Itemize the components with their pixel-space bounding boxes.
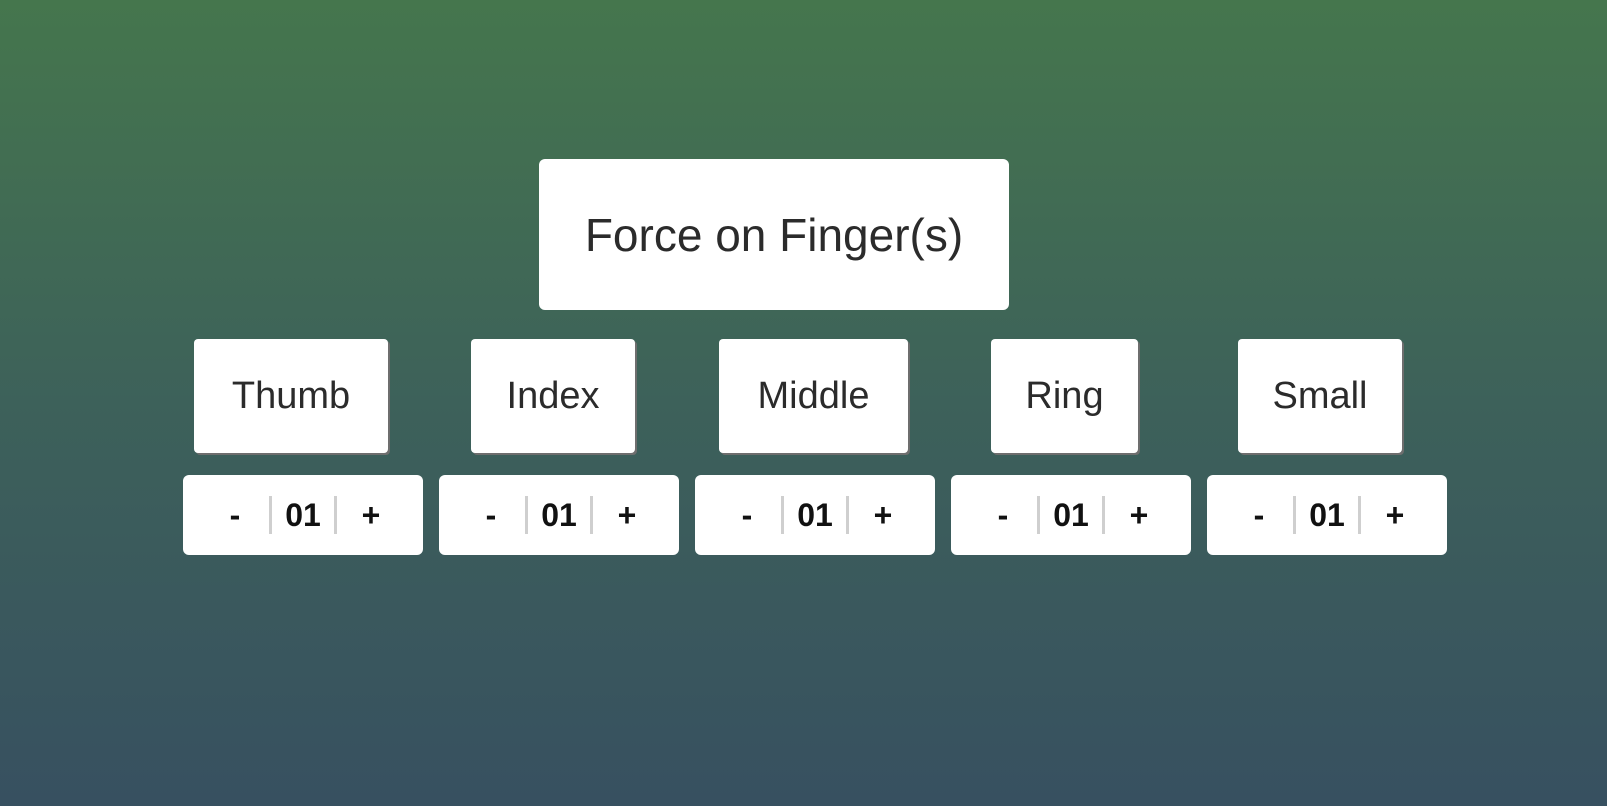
index-force-stepper: - 01 +: [439, 475, 679, 555]
middle-force-value: 01: [781, 496, 849, 534]
middle-decrement-button[interactable]: -: [713, 475, 781, 555]
thumb-force-stepper: - 01 +: [183, 475, 423, 555]
middle-increment-button[interactable]: +: [849, 475, 917, 555]
page-title: Force on Finger(s): [539, 159, 1009, 310]
ring-force-stepper: - 01 +: [951, 475, 1191, 555]
index-force-value: 01: [525, 496, 593, 534]
index-increment-button[interactable]: +: [593, 475, 661, 555]
finger-button-index[interactable]: Index: [471, 339, 635, 453]
thumb-force-value: 01: [269, 496, 337, 534]
middle-force-stepper: - 01 +: [695, 475, 935, 555]
ring-increment-button[interactable]: +: [1105, 475, 1173, 555]
finger-button-ring[interactable]: Ring: [991, 339, 1138, 453]
ring-decrement-button[interactable]: -: [969, 475, 1037, 555]
finger-button-thumb[interactable]: Thumb: [194, 339, 388, 453]
small-increment-button[interactable]: +: [1361, 475, 1429, 555]
thumb-decrement-button[interactable]: -: [201, 475, 269, 555]
small-decrement-button[interactable]: -: [1225, 475, 1293, 555]
index-decrement-button[interactable]: -: [457, 475, 525, 555]
finger-button-small[interactable]: Small: [1238, 339, 1402, 453]
small-force-stepper: - 01 +: [1207, 475, 1447, 555]
small-force-value: 01: [1293, 496, 1361, 534]
finger-button-middle[interactable]: Middle: [719, 339, 908, 453]
ring-force-value: 01: [1037, 496, 1105, 534]
thumb-increment-button[interactable]: +: [337, 475, 405, 555]
